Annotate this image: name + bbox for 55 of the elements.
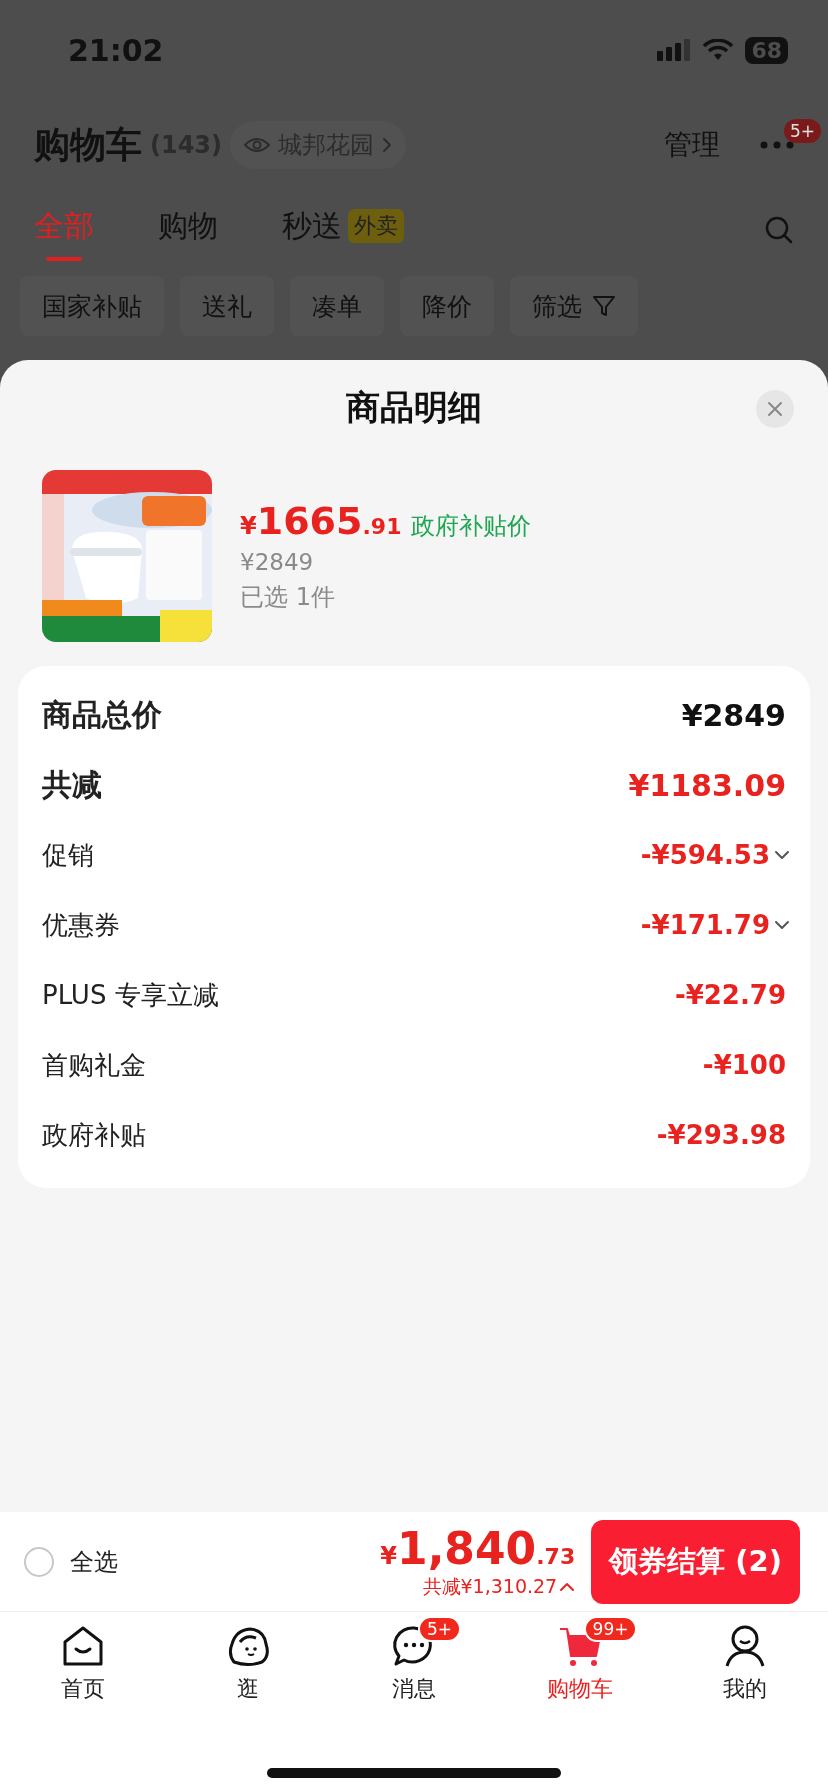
category-tab[interactable]: 秒送 外卖	[282, 197, 404, 263]
funnel-icon	[592, 294, 616, 318]
summary-value: -¥594.53	[640, 840, 770, 870]
eye-icon	[244, 136, 271, 154]
page-title: 购物车	[34, 122, 142, 167]
notification-badge: 5+	[784, 119, 822, 143]
battery-level: 68	[745, 36, 788, 64]
summary-value: -¥100	[702, 1050, 786, 1080]
summary-label: 首购礼金	[42, 1048, 146, 1082]
summary-value: -¥22.79	[674, 980, 786, 1010]
count-badge: 5+	[418, 1616, 462, 1642]
summary-label: 优惠券	[42, 908, 120, 942]
category-tab[interactable]: 购物	[158, 197, 218, 263]
sheet-title: 商品明细	[346, 386, 482, 429]
wifi-icon	[703, 39, 734, 61]
category-tab[interactable]: 全部	[34, 197, 94, 263]
chevron-up-icon	[559, 1582, 576, 1592]
summary-value: -¥171.79	[640, 910, 770, 940]
chevron-down-icon[interactable]	[774, 850, 790, 860]
filter-chip[interactable]: 送礼	[180, 276, 274, 336]
subsidy-price: ¥1665.91	[240, 499, 402, 543]
total-price: ¥1,840.73	[380, 1523, 576, 1574]
nav-label[interactable]: 我的	[723, 1674, 768, 1704]
summary-value: -¥293.98	[656, 1120, 786, 1150]
summary-label: 共减	[42, 765, 102, 804]
filter-chip[interactable]: 国家补贴	[20, 276, 164, 336]
checkout-button[interactable]: 领券结算 (2)	[591, 1519, 800, 1604]
chevron-right-icon	[382, 137, 393, 153]
status-time: 21:02	[68, 32, 164, 68]
filter-button[interactable]: 筛选	[510, 276, 638, 336]
select-all-checkbox[interactable]	[24, 1546, 54, 1577]
select-all-label: 全选	[70, 1546, 118, 1578]
nav-label[interactable]: 消息	[392, 1674, 436, 1704]
selected-count: 已选 1件	[240, 582, 336, 613]
summary-value: ¥1183.09	[628, 767, 786, 803]
nav-label[interactable]: 购物车	[546, 1674, 613, 1704]
summary-label: 促销	[42, 838, 94, 872]
chevron-down-icon[interactable]	[774, 920, 790, 930]
savings-amount[interactable]: 共减¥1,310.27	[422, 1574, 558, 1600]
nav-label[interactable]: 首页	[60, 1674, 105, 1704]
nav-label[interactable]: 逛	[237, 1674, 260, 1704]
manage-button[interactable]: 管理	[664, 126, 720, 164]
close-button[interactable]	[756, 390, 794, 428]
signal-icon	[657, 39, 692, 61]
summary-label: PLUS 专享立减	[42, 978, 219, 1012]
count-badge: 99+	[583, 1616, 638, 1642]
price-label: 政府补贴价	[411, 511, 532, 542]
filter-chip[interactable]: 降价	[400, 276, 494, 336]
summary-label: 政府补贴	[42, 1118, 146, 1152]
delivery-badge: 外卖	[348, 209, 404, 243]
summary-value: ¥2849	[681, 697, 786, 733]
close-icon	[767, 401, 783, 417]
summary-label: 商品总价	[42, 695, 162, 734]
original-price: ¥2849	[240, 549, 315, 575]
filter-chip[interactable]: 凑单	[290, 276, 384, 336]
